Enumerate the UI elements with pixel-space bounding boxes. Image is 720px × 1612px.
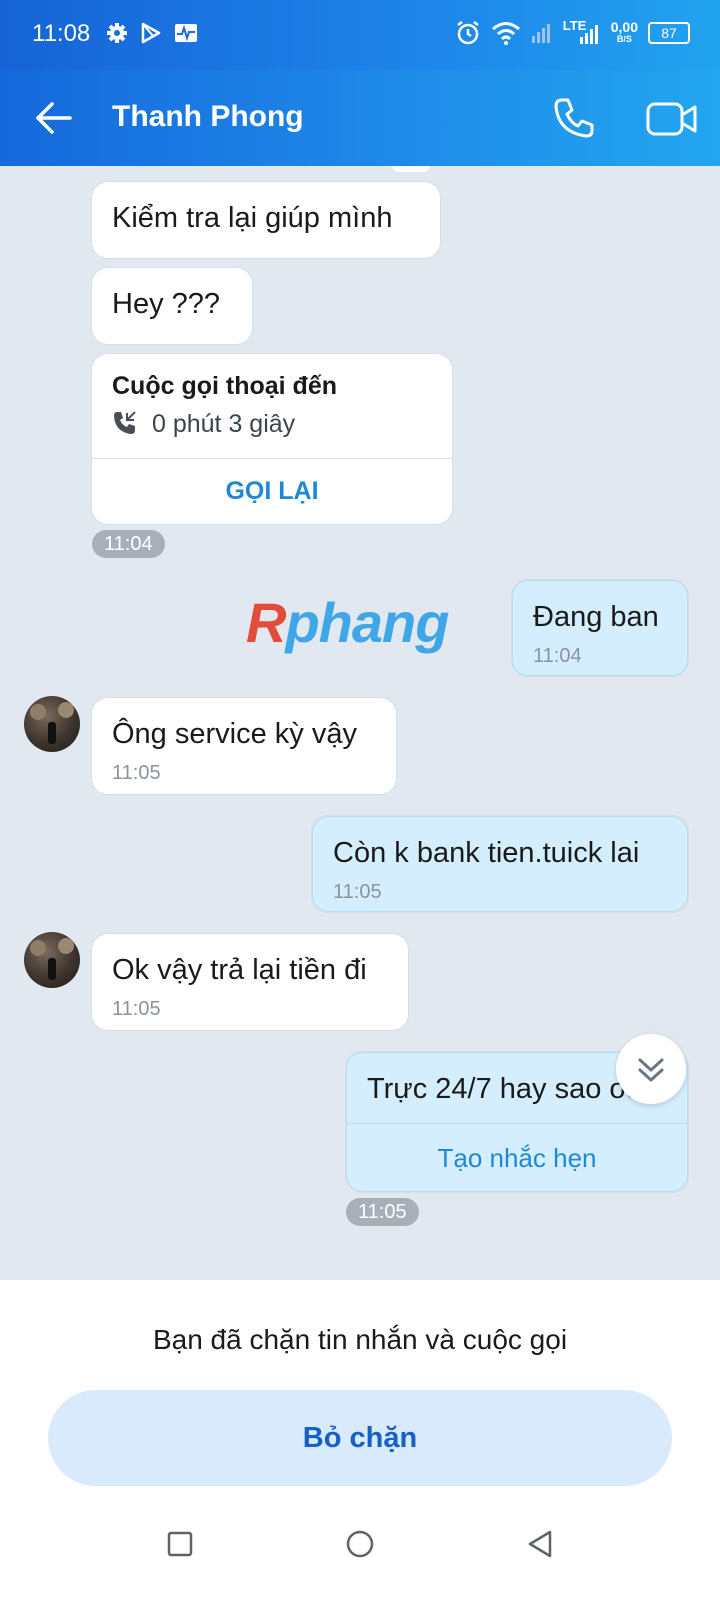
reaction-chip — [392, 166, 430, 172]
arrow-left-icon[interactable] — [34, 98, 74, 138]
phone-icon[interactable] — [552, 96, 596, 140]
call-card: Cuộc gọi thoại đến 0 phút 3 giây GỌI LẠI — [92, 354, 452, 524]
call-back-button[interactable]: GỌI LẠI — [92, 458, 452, 524]
home-icon[interactable] — [345, 1529, 375, 1559]
message-text: Ông service kỳ vậy — [112, 718, 357, 750]
video-camera-icon[interactable] — [646, 98, 698, 140]
message-text: Hey ??? — [112, 288, 221, 320]
chevron-double-down-icon — [638, 1058, 664, 1082]
status-bar: 11:08 LTE 0,00 B/S 87 — [0, 0, 720, 70]
message-time: 11:05 — [112, 762, 161, 784]
speed-value: 0,00 — [610, 19, 638, 35]
chat-header: Thanh Phong — [0, 70, 720, 166]
play-store-icon — [141, 22, 161, 44]
message-text: Còn k bank tien.tuick lai — [333, 837, 640, 869]
timestamp-pill: 11:04 — [92, 530, 165, 558]
message-time: 11:05 — [112, 998, 161, 1020]
blocked-panel: Bạn đã chặn tin nhắn và cuộc gọi Bỏ chặn — [0, 1280, 720, 1612]
activity-icon — [175, 24, 197, 42]
alarm-icon — [457, 21, 479, 45]
message-text: Đang ban — [533, 601, 659, 633]
lte-signal-icon — [579, 25, 598, 44]
blocked-message: Bạn đã chặn tin nhắn và cuộc gọi — [152, 1324, 568, 1355]
message-text: Kiểm tra lại giúp mình — [112, 202, 393, 234]
call-duration: 0 phút 3 giây — [152, 410, 296, 438]
watermark-first: R — [246, 591, 286, 654]
back-triangle-icon[interactable] — [526, 1529, 554, 1559]
scroll-to-bottom-button[interactable] — [616, 1034, 686, 1104]
battery-level: 87 — [661, 25, 677, 41]
message-bubble-received[interactable]: Ok vậy trả lại tiền đi 11:05 — [92, 934, 408, 1030]
message-bubble-received[interactable]: Kiểm tra lại giúp mình — [92, 182, 440, 258]
message-bubble-sent[interactable]: Còn k bank tien.tuick lai 11:05 — [312, 816, 688, 912]
watermark-rest: phang — [285, 591, 449, 654]
create-reminder-link[interactable]: Tạo nhắc hẹn — [347, 1123, 687, 1193]
speed-unit: B/S — [616, 34, 632, 44]
recent-apps-icon[interactable] — [166, 1530, 194, 1558]
timestamp-pill: 11:05 — [346, 1198, 419, 1226]
message-bubble-sent[interactable]: Đang ban 11:04 — [512, 580, 688, 676]
unblock-button[interactable]: Bỏ chặn — [48, 1390, 672, 1486]
watermark-logo: Rphang — [246, 590, 449, 655]
call-title: Cuộc gọi thoại đến — [112, 372, 337, 400]
avatar[interactable] — [24, 696, 80, 752]
avatar[interactable] — [24, 932, 80, 988]
message-text: Trực 24/7 hay sao oo — [367, 1073, 642, 1105]
message-time: 11:05 — [333, 881, 382, 903]
contact-name[interactable]: Thanh Phong — [112, 100, 304, 134]
message-bubble-received[interactable]: Ông service kỳ vậy 11:05 — [92, 698, 396, 794]
signal-icon — [531, 24, 550, 43]
gear-icon — [107, 23, 127, 43]
message-text: Ok vậy trả lại tiền đi — [112, 954, 367, 986]
missed-call-icon — [114, 411, 136, 434]
chat-area[interactable]: Kiểm tra lại giúp mình Hey ??? Cuộc gọi … — [0, 166, 720, 1280]
status-time: 11:08 — [32, 20, 91, 47]
message-bubble-received[interactable]: Hey ??? — [92, 268, 252, 344]
wifi-icon — [491, 22, 520, 45]
battery-icon: 87 — [648, 22, 690, 44]
message-time: 11:04 — [533, 645, 582, 667]
